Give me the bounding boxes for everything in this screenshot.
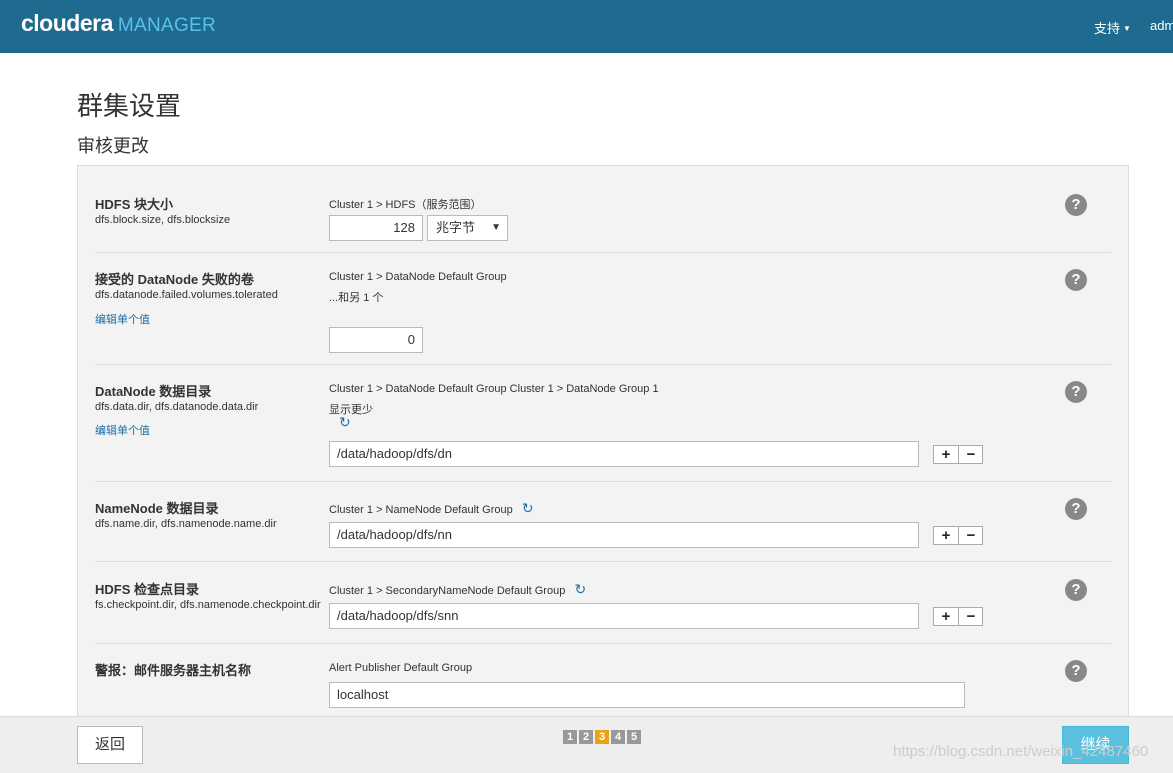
setting-row-failed-volumes: 接受的 DataNode 失败的卷 dfs.datanode.failed.vo… xyxy=(95,269,1111,365)
checkpoint-dir-input[interactable]: /data/hadoop/dfs/snn xyxy=(329,603,919,629)
refresh-icon[interactable]: ↻ xyxy=(575,581,587,598)
setting-name: 警报：邮件服务器主机名称 xyxy=(95,663,252,678)
step-3-current[interactable]: 3 xyxy=(595,730,609,744)
scope-text: Cluster 1 > NameNode Default Group xyxy=(329,504,513,516)
logo-brand: cloudera xyxy=(21,10,113,36)
setting-keys: dfs.block.size, dfs.blocksize xyxy=(95,214,231,226)
setting-keys: dfs.name.dir, dfs.namenode.name.dir xyxy=(95,518,277,530)
help-icon[interactable]: ? xyxy=(1065,381,1087,403)
logo-product: MANAGER xyxy=(117,15,217,36)
edit-individual-values-link[interactable]: 编辑单个值 xyxy=(95,311,150,327)
refresh-icon-wrap: ↻ xyxy=(339,414,351,431)
namenode-dir-input[interactable]: /data/hadoop/dfs/nn xyxy=(329,522,919,548)
step-indicator: 12345 xyxy=(563,727,643,745)
block-size-unit-select[interactable]: 兆字节 ▼ xyxy=(427,215,508,241)
setting-row-mail-server-host: 警报：邮件服务器主机名称 Alert Publisher Default Gro… xyxy=(95,660,1111,720)
show-less-link[interactable]: 显示更少 xyxy=(329,401,373,417)
settings-panel: HDFS 块大小 dfs.block.size, dfs.blocksize C… xyxy=(77,165,1129,725)
help-icon[interactable]: ? xyxy=(1065,498,1087,520)
watermark: https://blog.csdn.net/weixin_42487460 xyxy=(893,743,1149,760)
mail-server-host-input[interactable]: localhost xyxy=(329,682,965,708)
setting-scope: Cluster 1 > SecondaryNameNode Default Gr… xyxy=(329,581,586,598)
setting-name: DataNode 数据目录 xyxy=(95,384,212,399)
step-2[interactable]: 2 xyxy=(579,730,593,744)
setting-name: HDFS 检查点目录 xyxy=(95,582,200,597)
setting-name: HDFS 块大小 xyxy=(95,197,174,212)
setting-keys: fs.checkpoint.dir, dfs.namenode.checkpoi… xyxy=(95,599,321,611)
refresh-icon[interactable]: ↻ xyxy=(522,500,534,517)
setting-keys: dfs.data.dir, dfs.datanode.data.dir xyxy=(95,401,259,413)
setting-row-namenode-data-dir: NameNode 数据目录 dfs.name.dir, dfs.namenode… xyxy=(95,498,1111,562)
plus-icon[interactable]: + xyxy=(934,608,959,625)
add-remove-controls: + − xyxy=(933,526,983,545)
datanode-dir-input[interactable]: /data/hadoop/dfs/dn xyxy=(329,441,919,467)
chevron-down-icon: ▼ xyxy=(491,222,501,233)
setting-scope: Cluster 1 > DataNode Default Group xyxy=(329,271,507,283)
user-menu-label: adm xyxy=(1150,18,1173,33)
setting-name: 接受的 DataNode 失败的卷 xyxy=(95,272,254,287)
minus-icon[interactable]: − xyxy=(959,446,983,463)
setting-scope: Alert Publisher Default Group xyxy=(329,662,473,674)
more-groups-text[interactable]: ...和另 1 个 xyxy=(329,289,383,305)
support-menu-label: 支持 xyxy=(1094,21,1121,36)
page-subtitle: 审核更改 xyxy=(77,136,149,156)
page-title: 群集设置 xyxy=(77,91,182,121)
help-icon[interactable]: ? xyxy=(1065,579,1087,601)
add-remove-controls: + − xyxy=(933,445,983,464)
cloudera-manager-logo[interactable]: cloudera MANAGER xyxy=(21,10,216,37)
add-remove-controls: + − xyxy=(933,607,983,626)
minus-icon[interactable]: − xyxy=(959,527,983,544)
refresh-icon[interactable]: ↻ xyxy=(339,414,351,431)
top-navbar: cloudera MANAGER 支持 ▼ adm xyxy=(0,0,1173,53)
setting-scope: Cluster 1 > HDFS（服务范围） xyxy=(329,199,482,211)
user-menu[interactable]: adm xyxy=(1150,18,1173,33)
help-icon[interactable]: ? xyxy=(1065,269,1087,291)
setting-row-checkpoint-dir: HDFS 检查点目录 fs.checkpoint.dir, dfs.nameno… xyxy=(95,579,1111,644)
plus-icon[interactable]: + xyxy=(934,527,959,544)
help-icon[interactable]: ? xyxy=(1065,194,1087,216)
edit-individual-values-link[interactable]: 编辑单个值 xyxy=(95,422,150,438)
setting-row-datanode-data-dir: DataNode 数据目录 dfs.data.dir, dfs.datanode… xyxy=(95,381,1111,482)
back-button[interactable]: 返回 xyxy=(77,726,143,764)
setting-name: NameNode 数据目录 xyxy=(95,501,219,516)
failed-volumes-input[interactable]: 0 xyxy=(329,327,423,353)
plus-icon[interactable]: + xyxy=(934,446,959,463)
step-1[interactable]: 1 xyxy=(563,730,577,744)
setting-scope: Cluster 1 > NameNode Default Group ↻ xyxy=(329,500,534,517)
setting-keys: dfs.datanode.failed.volumes.tolerated xyxy=(95,289,278,301)
support-menu[interactable]: 支持 ▼ xyxy=(1094,18,1131,37)
setting-row-hdfs-block-size: HDFS 块大小 dfs.block.size, dfs.blocksize C… xyxy=(95,194,1111,253)
scope-text: Cluster 1 > SecondaryNameNode Default Gr… xyxy=(329,585,566,597)
help-icon[interactable]: ? xyxy=(1065,660,1087,682)
unit-select-value: 兆字节 xyxy=(436,220,476,235)
minus-icon[interactable]: − xyxy=(959,608,983,625)
wizard-footer: 返回 12345 继续 https://blog.csdn.net/weixin… xyxy=(0,716,1173,773)
step-5[interactable]: 5 xyxy=(627,730,641,744)
step-4[interactable]: 4 xyxy=(611,730,625,744)
block-size-input[interactable]: 128 xyxy=(329,215,423,241)
setting-scope: Cluster 1 > DataNode Default Group Clust… xyxy=(329,383,659,395)
caret-down-icon: ▼ xyxy=(1123,24,1131,33)
